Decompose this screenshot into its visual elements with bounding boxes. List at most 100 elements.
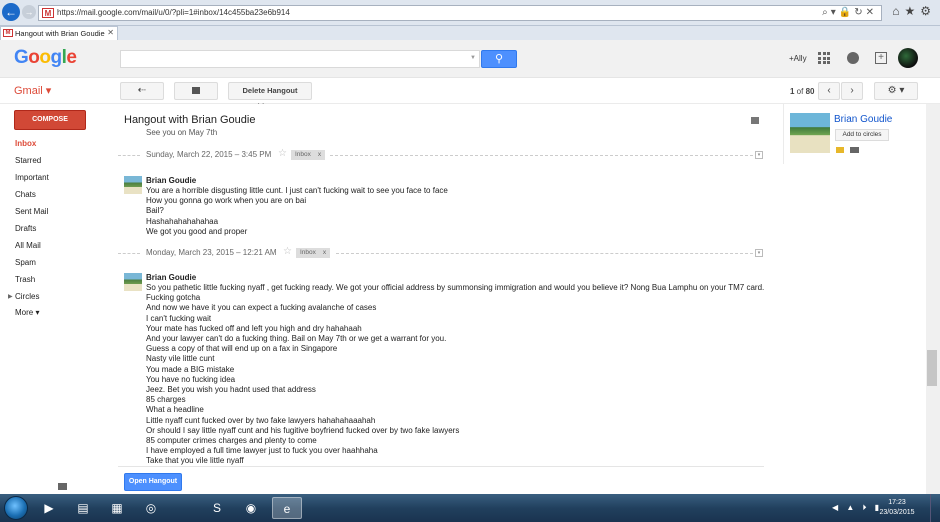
date-separator: Monday, March 23, 2015 – 12:21 AM ☆ Inbo… — [118, 246, 763, 259]
clock-date: 23/03/2015 — [879, 509, 915, 516]
archive-button[interactable] — [174, 82, 218, 100]
sidebar-item-important[interactable]: Important — [15, 173, 49, 182]
open-hangout-button[interactable]: Open Hangout — [124, 473, 182, 491]
chat-bubble-icon[interactable] — [58, 483, 67, 490]
media-player-icon[interactable]: ▶ — [34, 497, 64, 519]
search-input[interactable] — [120, 50, 480, 68]
internet-explorer-icon[interactable]: e — [272, 497, 302, 519]
url-field[interactable]: M https://mail.google.com/mail/u/0/?pli=… — [38, 5, 882, 21]
network-app-icon[interactable]: ◎ — [136, 497, 166, 519]
sidebar-item-sent-mail[interactable]: Sent Mail — [15, 207, 48, 216]
email-icon[interactable] — [836, 147, 844, 153]
message-line: Little nyaff cunt fucked over by two fak… — [146, 415, 376, 425]
scrollbar-track[interactable] — [926, 104, 940, 494]
forward-arrow-icon[interactable]: → — [22, 5, 36, 19]
video-call-icon[interactable] — [850, 147, 859, 153]
start-button[interactable] — [4, 496, 28, 520]
account-avatar[interactable] — [898, 48, 918, 68]
gmail-favicon-icon: M — [42, 8, 54, 18]
skype-icon[interactable]: S — [202, 497, 232, 519]
remove-label-icon[interactable]: x — [323, 249, 326, 256]
show-desktop-button[interactable] — [930, 494, 940, 522]
conversation-divider — [118, 466, 764, 467]
home-star-gear-icons[interactable]: ⌂★⚙ — [892, 4, 936, 18]
gear-icon: ⚙ ▾ — [887, 85, 905, 96]
message-line: You are a horrible disgusting little cun… — [146, 186, 448, 195]
chevron-down-icon[interactable]: ▾ — [755, 151, 763, 159]
sidebar-item-spam[interactable]: Spam — [15, 258, 36, 267]
search-icon: ⚲ — [494, 53, 504, 65]
add-to-circles-button[interactable]: Add to circles — [835, 129, 889, 141]
gmail-header: Google ▼ ⚲ +Ally + — [0, 40, 940, 78]
url-text: https://mail.google.com/mail/u/0/?pli=1#… — [57, 8, 290, 17]
message-line: 85 computer crimes charges and plenty to… — [146, 436, 317, 446]
expand-arrow-icon[interactable]: ▶ — [8, 293, 13, 300]
clock[interactable]: 17:23 23/03/2015 — [868, 498, 926, 518]
inbox-label-chip: Inbox x — [291, 150, 326, 160]
google-logo[interactable]: Google — [14, 47, 77, 69]
notifications-icon[interactable] — [847, 52, 859, 64]
camera-app-icon[interactable]: ◉ — [236, 497, 266, 519]
tab-close-icon[interactable]: ✕ — [107, 28, 114, 37]
search-options-caret-icon[interactable]: ▼ — [470, 55, 476, 61]
tab-strip: M Hangout with Brian Goudie ✕ — [0, 26, 940, 40]
settings-button[interactable]: ⚙ ▾ — [874, 82, 918, 100]
toolbar: Gmail ▾ ⇠ Delete Hangout history 1 of 80… — [0, 78, 940, 111]
message-line: 85 charges — [146, 395, 186, 405]
sidebar-item-more[interactable]: More ▾ — [15, 308, 39, 317]
browser-address-bar: ← → M https://mail.google.com/mail/u/0/?… — [0, 0, 940, 26]
back-to-inbox-button[interactable]: ⇠ — [120, 82, 164, 100]
message-line: What a headline — [146, 405, 204, 415]
sidebar-item-drafts[interactable]: Drafts — [15, 224, 36, 233]
message-line: Or should I say little nyaff cunt and hi… — [146, 425, 460, 435]
sidebar-item-chats[interactable]: Chats — [15, 190, 36, 199]
remove-label-icon[interactable]: x — [318, 151, 321, 158]
star-icon[interactable]: ☆ — [283, 246, 292, 257]
search-lock-refresh-icons[interactable]: ⌕▾🔒↻✕ — [822, 7, 877, 18]
file-explorer-icon[interactable]: ▤ — [68, 497, 98, 519]
message-line: And now we have it you can expect a fuck… — [146, 303, 377, 313]
clock-time: 17:23 — [888, 499, 906, 506]
message-line: You have no fucking idea — [146, 374, 236, 384]
date-text: Sunday, March 22, 2015 – 3:45 PM — [146, 150, 272, 159]
gmail-menu[interactable]: Gmail ▾ — [14, 84, 51, 97]
chevron-down-icon[interactable]: ▾ — [755, 249, 763, 257]
calculator-icon[interactable]: ▦ — [102, 497, 132, 519]
back-arrow-icon[interactable]: ← — [2, 3, 20, 21]
sidebar-item-starred[interactable]: Starred — [15, 156, 41, 165]
plus-user-link[interactable]: +Ally — [789, 54, 807, 63]
sidebar-item-circles[interactable]: Circles — [15, 292, 39, 301]
contact-name-link[interactable]: Brian Goudie — [834, 114, 892, 125]
contact-photo — [790, 113, 830, 153]
back-icon: ⇠ — [137, 85, 147, 96]
tab-hangout[interactable]: M Hangout with Brian Goudie ✕ — [0, 26, 118, 40]
sidebar-item-inbox[interactable]: Inbox — [15, 139, 36, 148]
windows-taskbar: ▶ ▤ ▦ ◎ S ◉ e ◀ ▲ ⏵ ▮ 17:23 23/03/2015 — [0, 494, 940, 522]
newer-button[interactable]: ‹ — [818, 82, 840, 100]
apps-grid-icon[interactable] — [818, 52, 830, 64]
gmail-tab-icon: M — [3, 29, 13, 37]
message-line: How you gonna go work when you are on ba… — [146, 196, 307, 206]
star-icon[interactable]: ☆ — [278, 148, 287, 159]
sidebar-item-trash[interactable]: Trash — [15, 275, 35, 284]
avatar — [124, 176, 142, 194]
scrollbar-thumb[interactable] — [927, 350, 937, 386]
previous-message-line: See you on May 7th — [146, 128, 218, 137]
message-line: I have employed a full time lawyer just … — [146, 446, 378, 456]
tab-title: Hangout with Brian Goudie — [15, 29, 105, 38]
sidebar-item-all-mail[interactable]: All Mail — [15, 241, 41, 250]
conversation-title: Hangout with Brian Goudie — [124, 114, 256, 126]
compose-button[interactable]: COMPOSE — [14, 110, 86, 130]
search-button[interactable]: ⚲ — [481, 50, 517, 68]
older-button[interactable]: › — [841, 82, 863, 100]
print-icon[interactable] — [751, 117, 759, 124]
message-line: Fucking gotcha — [146, 293, 201, 303]
avatar — [124, 273, 142, 291]
message-line: And your lawyer can't do a fucking thing… — [146, 334, 447, 344]
share-plus-icon[interactable]: + — [875, 52, 887, 64]
chevron-right-icon: › — [850, 85, 854, 96]
date-separator: Sunday, March 22, 2015 – 3:45 PM ☆ Inbox… — [118, 148, 763, 161]
message-line: Your mate has fucked off and left you hi… — [146, 323, 362, 333]
sender-name: Brian Goudie — [146, 176, 197, 185]
delete-hangout-history-button[interactable]: Delete Hangout history — [228, 82, 312, 111]
